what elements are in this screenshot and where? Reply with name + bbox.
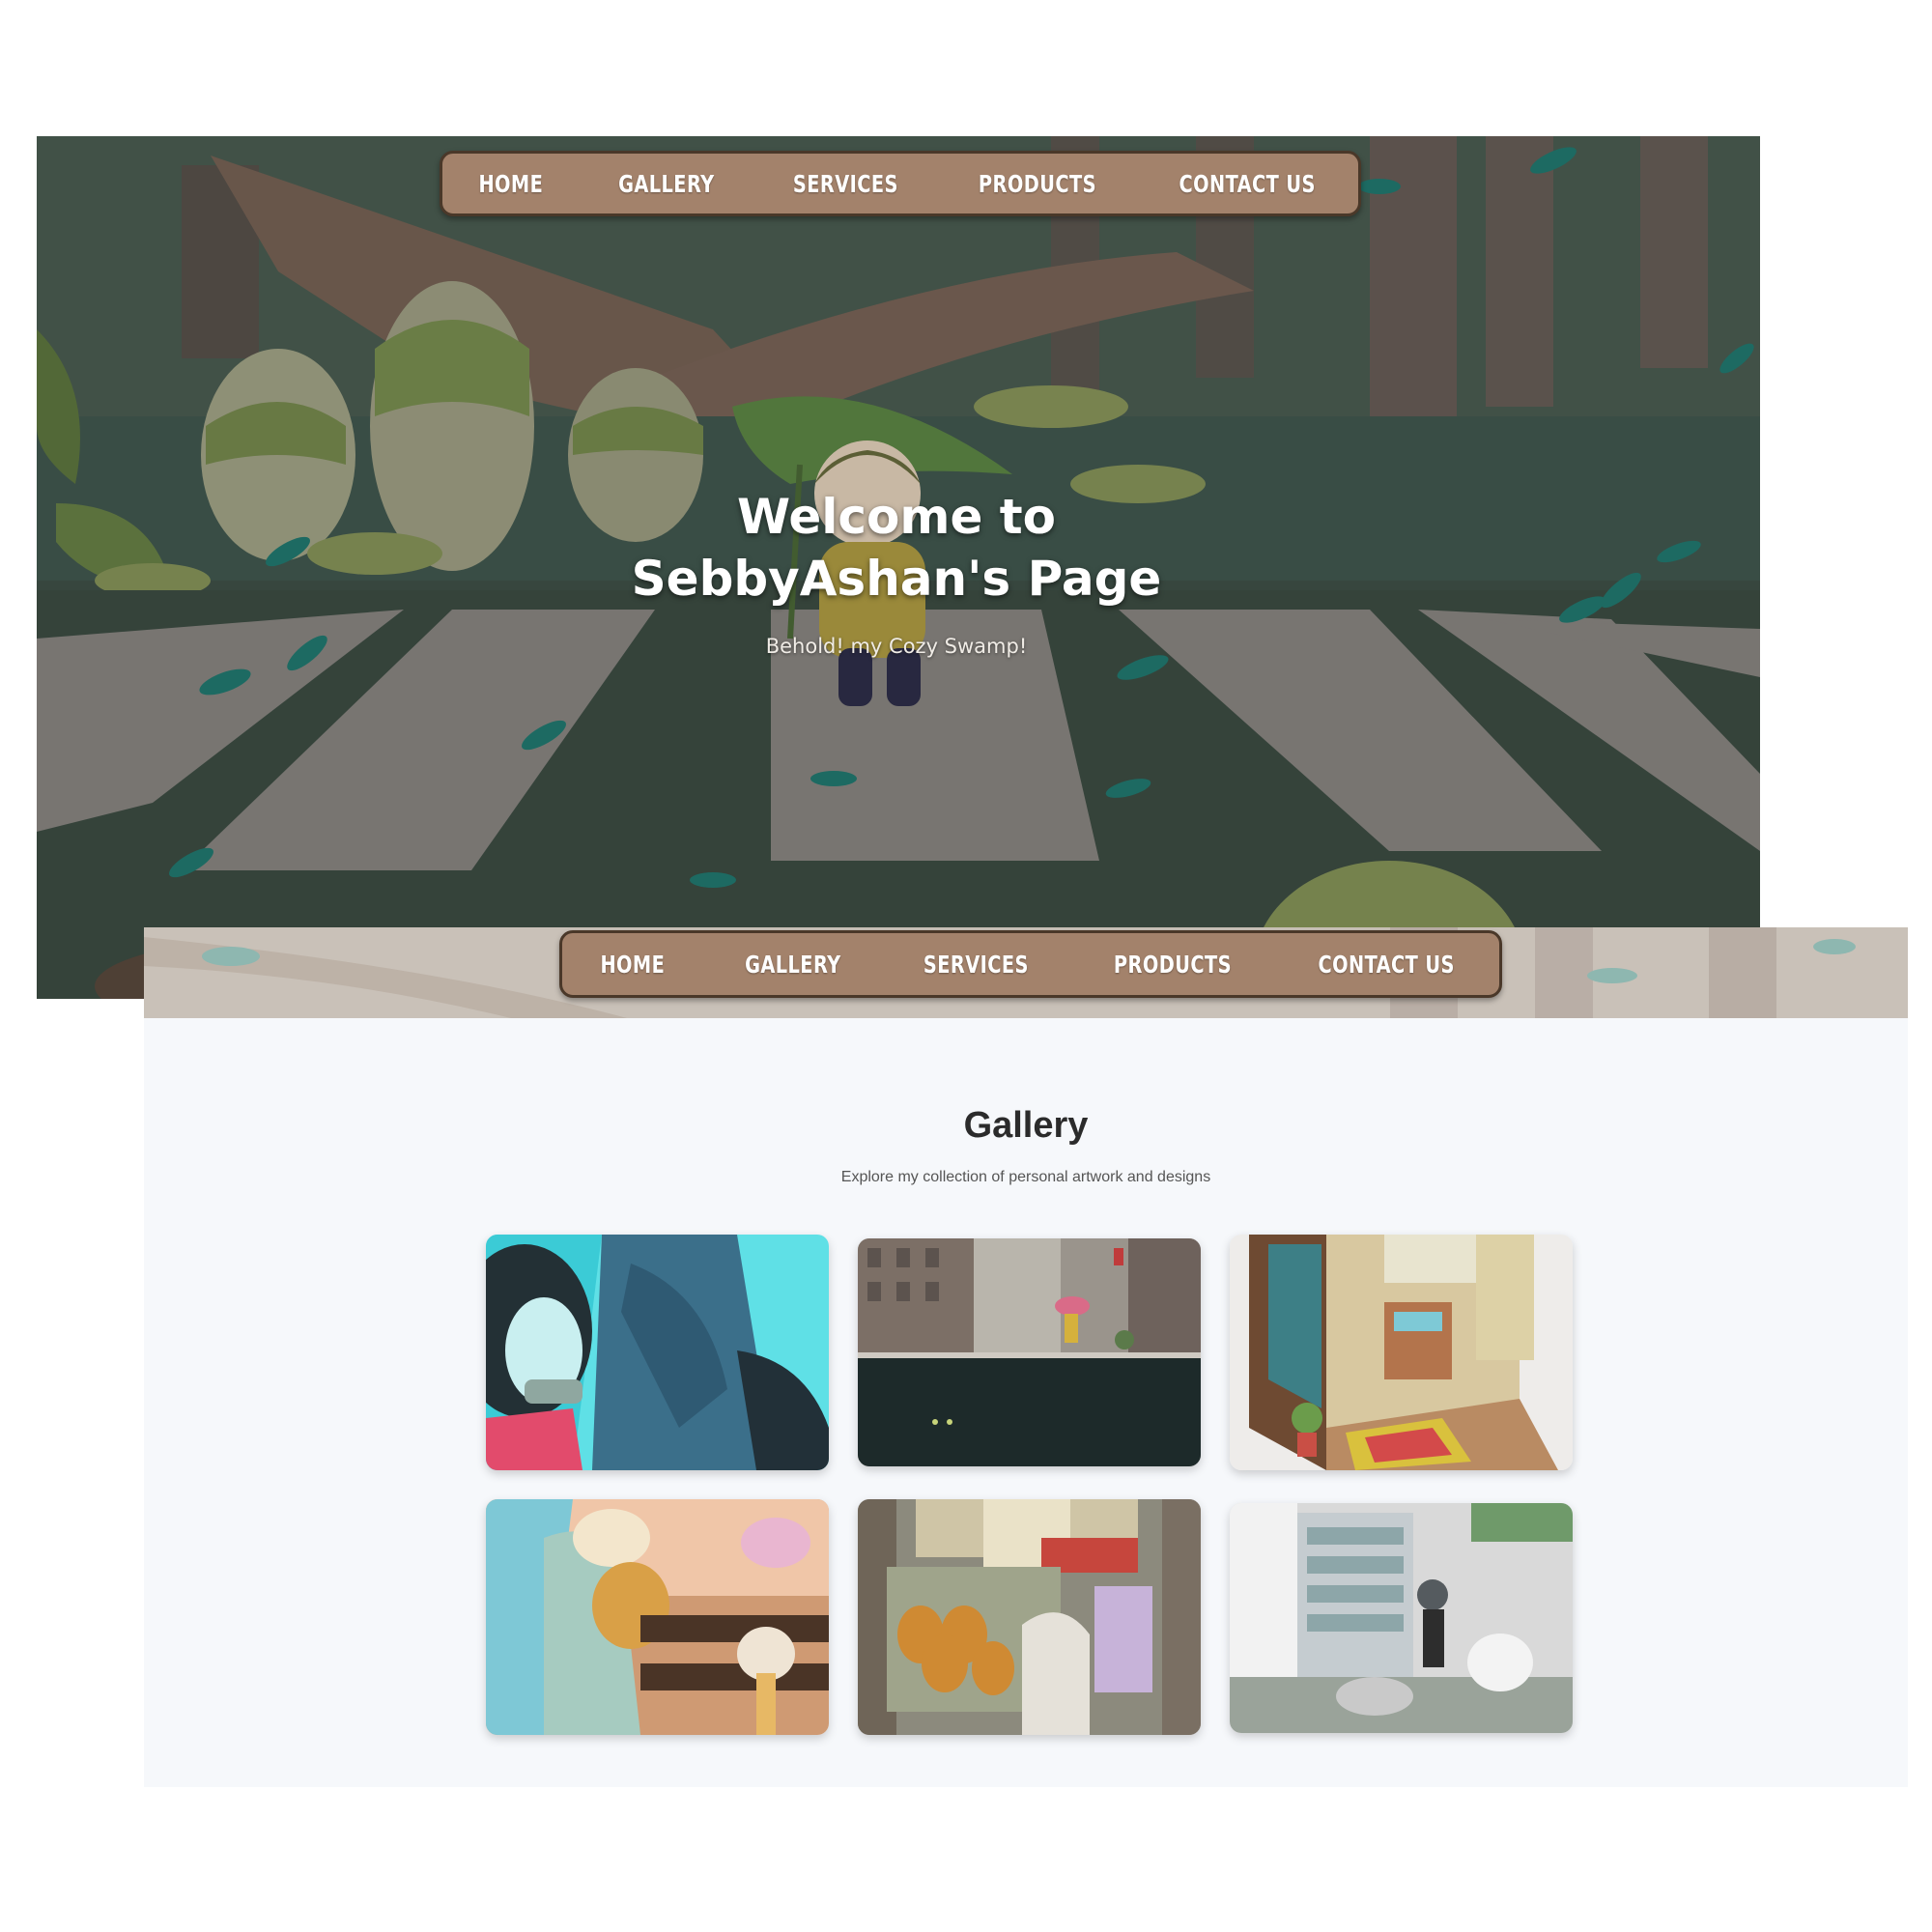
hero-subtitle: Behold! my Cozy Swamp!	[765, 635, 1028, 658]
nav-contact-us[interactable]: CONTACT US	[1319, 951, 1455, 979]
gallery-subtitle: Explore my collection of personal artwor…	[840, 1169, 1211, 1185]
gallery-item-rainy-city[interactable]	[858, 1238, 1201, 1466]
gallery-item-vending-machine[interactable]	[1230, 1503, 1573, 1733]
nav-services[interactable]: SERVICES	[793, 170, 898, 198]
nav-products[interactable]: PRODUCTS	[1114, 951, 1232, 979]
gallery-section: HOME GALLERY SERVICES PRODUCTS CONTACT U…	[144, 927, 1908, 1787]
grocery-ghost-artwork	[858, 1499, 1201, 1735]
vending-machine-artwork	[1230, 1503, 1573, 1733]
nav-home[interactable]: HOME	[601, 951, 666, 979]
gallery-title: Gallery	[963, 1105, 1089, 1146]
nav-home[interactable]: HOME	[479, 170, 544, 198]
hero-navbar: HOME GALLERY SERVICES PRODUCTS CONTACT U…	[440, 151, 1361, 216]
nav-products[interactable]: PRODUCTS	[979, 170, 1096, 198]
gallery-item-cyan-figure[interactable]	[486, 1235, 829, 1470]
nav-gallery[interactable]: GALLERY	[618, 170, 714, 198]
gallery-item-grocery-ghost[interactable]	[858, 1499, 1201, 1735]
nav-services[interactable]: SERVICES	[923, 951, 1029, 979]
nav-gallery[interactable]: GALLERY	[745, 951, 840, 979]
gallery-item-cozy-room[interactable]	[1230, 1235, 1573, 1470]
nav-contact-us[interactable]: CONTACT US	[1179, 170, 1316, 198]
rainy-city-street-artwork	[858, 1238, 1201, 1466]
cozy-room-artwork	[1230, 1235, 1573, 1470]
gallery-grid	[486, 1235, 1574, 1737]
cyan-figure-artwork	[486, 1235, 829, 1470]
hero-title: Welcome to SebbyAshan's Page	[631, 489, 1162, 607]
gallery-header-bar: HOME GALLERY SERVICES PRODUCTS CONTACT U…	[144, 927, 1908, 1018]
gallery-navbar: HOME GALLERY SERVICES PRODUCTS CONTACT U…	[559, 930, 1502, 998]
gallery-item-mushroom-girl[interactable]	[486, 1499, 829, 1735]
mushroom-girl-artwork	[486, 1499, 829, 1735]
hero-section: HOME GALLERY SERVICES PRODUCTS CONTACT U…	[37, 136, 1760, 999]
